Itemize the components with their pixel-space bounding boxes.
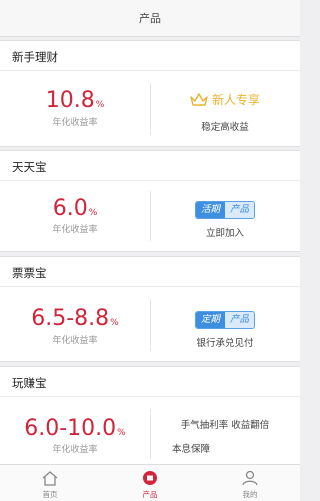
product-type-tag: 定期 产品 bbox=[194, 311, 256, 329]
product-name: 玩赚宝 bbox=[12, 376, 47, 390]
tab-mine[interactable]: 我的 bbox=[200, 465, 300, 501]
product-card-tiantianbao[interactable]: 天天宝 6.0% 年化收益率 活期 产品 立即加入 bbox=[0, 150, 300, 252]
tab-label: 产品 bbox=[142, 490, 158, 499]
divider bbox=[0, 286, 300, 287]
product-name: 票票宝 bbox=[12, 266, 47, 280]
rate-value: 6.0-10.0% bbox=[24, 416, 126, 441]
user-icon bbox=[242, 470, 258, 486]
product-feature: 手气抽利率 收益翻倍 bbox=[180, 420, 270, 431]
product-card-wanzhuanbao[interactable]: 玩赚宝 6.0-10.0% 年化收益率 手气抽利率 收益翻倍 本息保障 bbox=[0, 366, 300, 466]
product-feature: 银行承兑见付 bbox=[196, 338, 254, 349]
rate-value: 6.5-8.8% bbox=[31, 306, 119, 331]
rate-label: 年化收益率 bbox=[52, 118, 98, 128]
rate-value: 10.8% bbox=[45, 88, 105, 113]
divider bbox=[0, 396, 300, 397]
product-feature: 稳定高收益 bbox=[201, 121, 249, 133]
product-name: 新手理财 bbox=[12, 50, 58, 64]
product-card-newbie[interactable]: 新手理财 10.8% 年化收益率 新人专享 稳定高收益 bbox=[0, 40, 300, 147]
crown-icon bbox=[190, 92, 208, 106]
divider bbox=[0, 70, 300, 71]
newbie-badge-label: 新人专享 bbox=[211, 93, 260, 107]
rate-label: 年化收益率 bbox=[52, 225, 98, 235]
product-name: 天天宝 bbox=[12, 160, 47, 174]
tab-products[interactable]: 产品 bbox=[100, 465, 200, 501]
products-icon bbox=[143, 471, 157, 485]
tab-label: 我的 bbox=[242, 490, 258, 499]
rate-label: 年化收益率 bbox=[52, 445, 98, 455]
tab-home[interactable]: 首页 bbox=[0, 465, 100, 501]
divider bbox=[0, 180, 300, 181]
product-guarantee: 本息保障 bbox=[172, 444, 211, 455]
tab-label: 首页 bbox=[42, 490, 58, 499]
page-header: 产品 bbox=[0, 0, 300, 37]
rate-label: 年化收益率 bbox=[52, 336, 98, 346]
rate-value: 6.0% bbox=[52, 196, 98, 221]
join-now-link[interactable]: 立即加入 bbox=[150, 225, 300, 239]
product-card-piaopiaobao[interactable]: 票票宝 6.5-8.8% 年化收益率 定期 产品 银行承兑见付 bbox=[0, 256, 300, 362]
newbie-badge: 新人专享 bbox=[190, 91, 260, 108]
page-title: 产品 bbox=[139, 12, 161, 25]
bottom-tab-bar: 首页 产品 我的 bbox=[0, 464, 300, 501]
product-type-tag: 活期 产品 bbox=[194, 201, 256, 219]
home-icon bbox=[42, 471, 58, 486]
